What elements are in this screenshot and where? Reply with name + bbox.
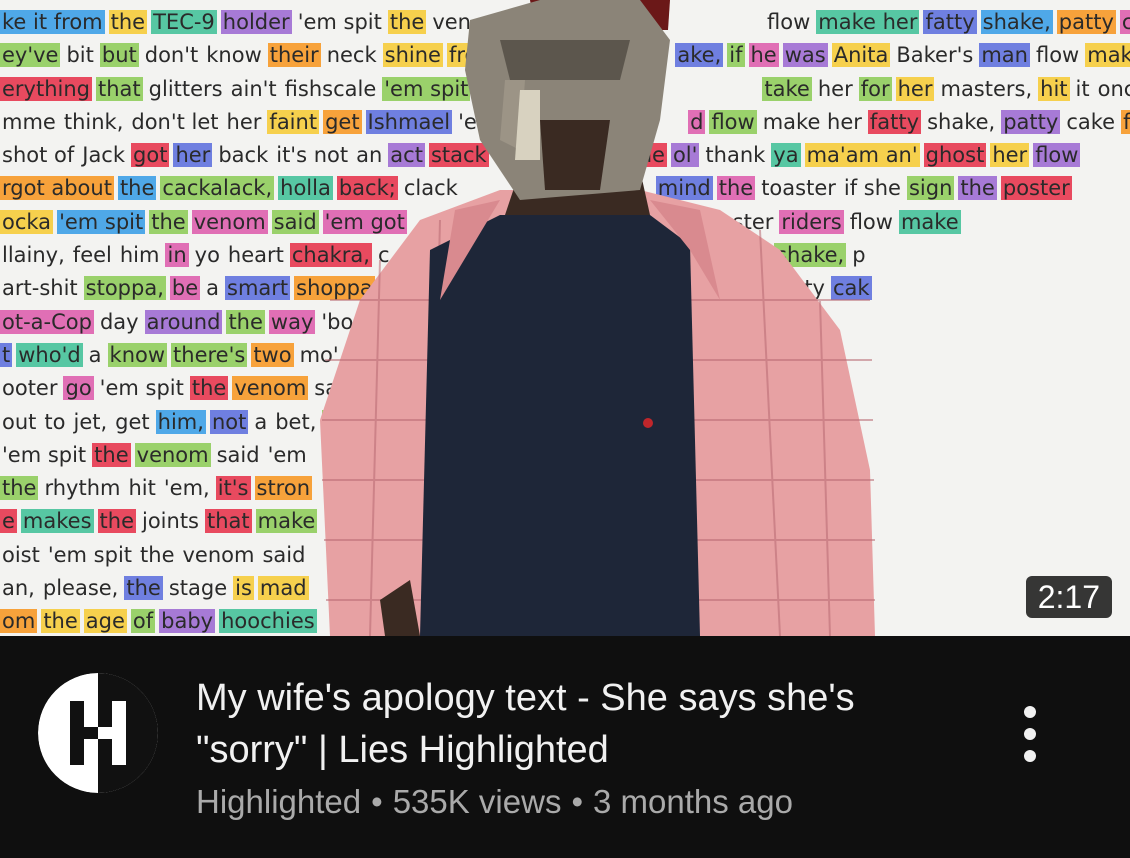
video-metadata: Highlighted • 535K views • 3 months ago bbox=[196, 780, 793, 824]
channel-name[interactable]: Highlighted bbox=[196, 783, 361, 820]
vertical-ellipsis-icon[interactable] bbox=[1010, 702, 1050, 766]
meta-separator: • bbox=[371, 783, 383, 820]
video-duration-badge: 2:17 bbox=[1025, 576, 1112, 618]
video-thumbnail[interactable]: ke it from the TEC-9 holder'em spit the ven fl… bbox=[0, 0, 1130, 636]
video-card: ke it from the TEC-9 holder'em spit the ven fl… bbox=[0, 0, 1130, 858]
upload-age: 3 months ago bbox=[593, 783, 793, 820]
view-count: 535K views bbox=[392, 783, 562, 820]
h-logo-icon bbox=[38, 673, 158, 793]
masked-rapper-illustration bbox=[320, 0, 875, 636]
video-info: My wife's apology text - She says she's … bbox=[0, 636, 1130, 858]
meta-separator: • bbox=[571, 783, 584, 820]
video-title[interactable]: My wife's apology text - She says she's … bbox=[196, 672, 976, 776]
channel-avatar[interactable] bbox=[38, 673, 158, 793]
